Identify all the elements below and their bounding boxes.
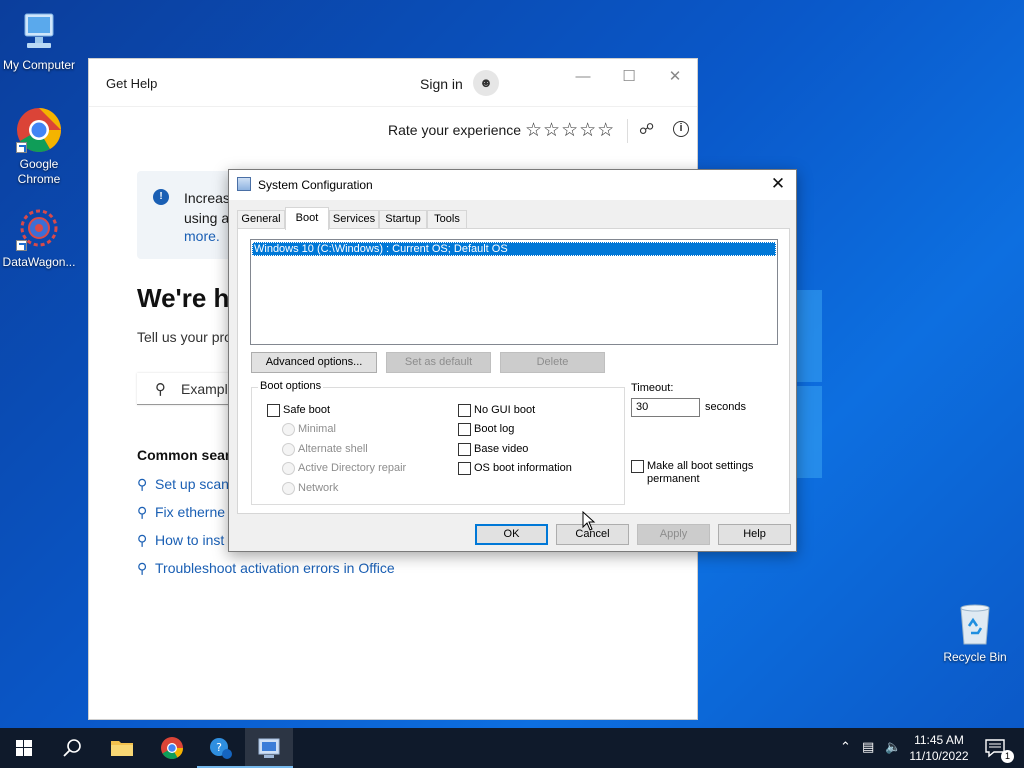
base-video-checkbox[interactable]: Base video xyxy=(458,443,528,456)
volume-icon[interactable]: 🔈 xyxy=(885,739,901,755)
search-icon: ⚲ xyxy=(155,381,166,398)
rate-experience-label: Rate your experience xyxy=(388,122,522,138)
dialog-title: System Configuration xyxy=(258,178,373,192)
tab-services[interactable]: Services xyxy=(329,210,379,229)
common-search-link[interactable]: ⚲ Set up scan xyxy=(137,476,229,493)
clock-time: 11:45 AM xyxy=(914,733,964,747)
chrome-taskbar-button[interactable] xyxy=(148,728,196,768)
toolbar-divider xyxy=(627,119,628,143)
banner-text: Increas using a xyxy=(184,190,230,226)
get-help-title: Get Help xyxy=(106,76,158,91)
advanced-options-button[interactable]: Advanced options... xyxy=(251,352,377,373)
svg-text:?: ? xyxy=(216,741,222,754)
search-icon: ⚲ xyxy=(137,476,148,492)
common-search-link[interactable]: ⚲ Troubleshoot activation errors in Offic… xyxy=(137,560,395,577)
network-radio[interactable]: Network xyxy=(282,482,338,495)
taskbar: ? ⌃ ▤ 🔈 11:45 AM 11/10/2022 1 xyxy=(0,728,1024,768)
no-gui-boot-checkbox[interactable]: No GUI boot xyxy=(458,404,535,417)
datawagon-icon xyxy=(16,205,62,251)
os-list-item[interactable]: Windows 10 (C:\Windows) : Current OS; De… xyxy=(252,242,776,256)
boot-options-label: Boot options xyxy=(258,380,324,392)
search-icon xyxy=(63,739,81,757)
feedback-icon[interactable]: ☍ xyxy=(639,120,654,138)
search-icon: ⚲ xyxy=(137,504,148,520)
timeout-unit-label: seconds xyxy=(705,401,746,413)
timeout-input[interactable]: 30 xyxy=(631,398,700,417)
common-search-link[interactable]: ⚲ Fix etherne xyxy=(137,504,225,521)
set-as-default-button[interactable]: Set as default xyxy=(386,352,491,373)
close-button[interactable]: ✕ xyxy=(655,67,695,87)
notice-icon: ! xyxy=(153,189,169,205)
desktop-icon-label: Recycle Bin xyxy=(943,650,1007,664)
desktop-icon-label: My Computer xyxy=(2,58,76,72)
chrome-icon xyxy=(161,737,183,759)
windows-start-icon xyxy=(16,740,32,756)
system-configuration-dialog: System Configuration ✕ General Boot Serv… xyxy=(228,169,797,552)
show-hidden-icons-chevron-icon[interactable]: ⌃ xyxy=(840,739,851,755)
os-boot-information-checkbox[interactable]: OS boot information xyxy=(458,462,572,475)
search-icon: ⚲ xyxy=(137,532,148,548)
safe-boot-checkbox[interactable]: Safe boot xyxy=(267,404,330,417)
recycle-bin-icon xyxy=(955,602,995,646)
system-configuration-taskbar-button[interactable] xyxy=(245,728,293,768)
tab-general[interactable]: General xyxy=(237,210,285,229)
minimal-radio[interactable]: Minimal xyxy=(282,423,336,436)
timeout-label: Timeout: xyxy=(631,382,674,394)
clock-date: 11/10/2022 xyxy=(909,749,969,763)
ok-button[interactable]: OK xyxy=(475,524,548,545)
get-help-icon: ? xyxy=(210,738,232,759)
search-taskbar-button[interactable] xyxy=(48,728,96,768)
network-icon[interactable]: ▤ xyxy=(862,739,874,755)
maximize-button[interactable]: ☐ xyxy=(609,67,649,87)
tab-startup[interactable]: Startup xyxy=(379,210,427,229)
os-list[interactable]: Windows 10 (C:\Windows) : Current OS; De… xyxy=(250,239,778,345)
computer-icon xyxy=(19,10,59,54)
user-avatar-icon[interactable]: ☻ xyxy=(473,70,499,96)
notifications-icon xyxy=(985,739,1005,758)
start-button[interactable] xyxy=(0,728,48,768)
tab-boot[interactable]: Boot xyxy=(285,207,329,230)
desktop-icon-datawagon[interactable]: DataWagon... xyxy=(0,205,78,270)
file-explorer-taskbar-button[interactable] xyxy=(98,728,146,768)
get-help-taskbar-button[interactable]: ? xyxy=(197,728,245,768)
sign-in-link[interactable]: Sign in xyxy=(420,76,463,92)
msconfig-app-icon xyxy=(237,177,251,191)
page-heading: We're h xyxy=(137,283,230,313)
search-icon: ⚲ xyxy=(137,560,148,576)
desktop-icon-google-chrome[interactable]: Google Chrome xyxy=(0,107,78,187)
page-subheading: Tell us your pro xyxy=(137,329,232,345)
banner-learn-more-link[interactable]: more. xyxy=(184,228,220,244)
notification-count-badge: 1 xyxy=(1001,750,1014,763)
desktop-icon-label: Google Chrome xyxy=(17,157,61,186)
apply-button[interactable]: Apply xyxy=(637,524,710,545)
boot-options-group: Boot options Safe boot Minimal Alternate… xyxy=(251,380,625,505)
make-permanent-checkbox[interactable]: Make all boot settings permanent xyxy=(631,460,771,486)
alternate-shell-radio[interactable]: Alternate shell xyxy=(282,443,368,456)
info-icon[interactable]: i xyxy=(673,121,689,137)
common-search-link[interactable]: ⚲ How to inst xyxy=(137,532,224,549)
desktop-icon-label: DataWagon... xyxy=(2,255,76,269)
help-button[interactable]: Help xyxy=(718,524,791,545)
dialog-close-button[interactable]: ✕ xyxy=(766,173,790,195)
dialog-titlebar: System Configuration ✕ xyxy=(229,170,796,200)
delete-button[interactable]: Delete xyxy=(500,352,605,373)
star-rating[interactable]: ☆☆☆☆☆ xyxy=(525,119,615,142)
boot-log-checkbox[interactable]: Boot log xyxy=(458,423,514,436)
desktop-icon-my-computer[interactable]: My Computer xyxy=(0,10,78,73)
action-center-button[interactable]: 1 xyxy=(976,728,1024,768)
active-directory-repair-radio[interactable]: Active Directory repair xyxy=(282,462,406,475)
desktop-icon-recycle-bin[interactable]: Recycle Bin xyxy=(936,602,1014,665)
folder-icon xyxy=(111,741,133,756)
minimize-button[interactable]: — xyxy=(563,67,603,87)
common-searches-heading: Common searc xyxy=(137,447,239,463)
clock[interactable]: 11:45 AM 11/10/2022 xyxy=(906,732,972,764)
chrome-icon xyxy=(16,107,62,153)
tab-tools[interactable]: Tools xyxy=(427,210,467,229)
msconfig-icon xyxy=(258,738,280,758)
get-help-titlebar: Get Help Sign in ☻ — ☐ ✕ xyxy=(89,59,697,107)
boot-tab-panel: Windows 10 (C:\Windows) : Current OS; De… xyxy=(237,228,790,514)
